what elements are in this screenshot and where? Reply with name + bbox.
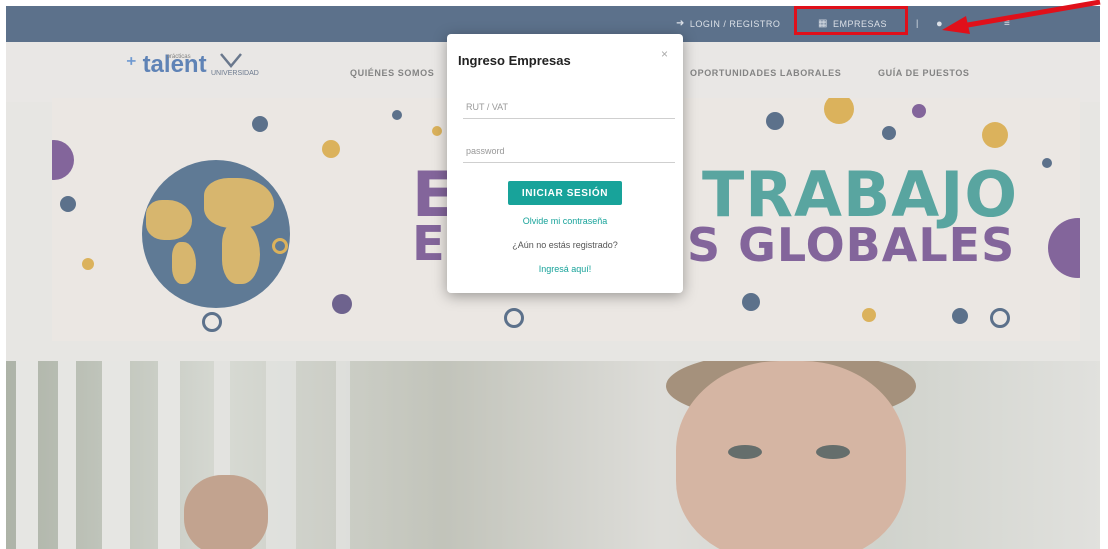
forgot-password-link[interactable]: Olvide mi contraseña [447,216,683,226]
not-registered-text: ¿Aún no estás registrado? [512,240,618,250]
login-button[interactable]: INICIAR SESIÓN [508,181,622,205]
rut-vat-input[interactable] [463,96,675,119]
annotation-arrow-icon [942,0,1101,34]
register-link[interactable]: Ingresá aquí! [447,264,683,274]
browser-viewport: ➜ LOGIN / REGISTRO ▦ EMPRESAS | ● ≡ ⁺ pr… [6,6,1100,549]
empresas-login-modal: Ingreso Empresas × INICIAR SESIÓN Olvide… [447,34,683,293]
password-input[interactable] [463,140,675,163]
